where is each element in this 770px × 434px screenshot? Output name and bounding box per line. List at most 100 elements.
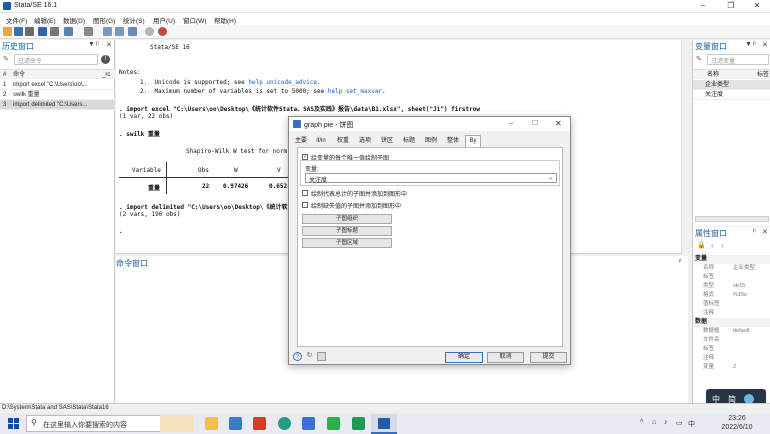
ok-button[interactable]: 确定	[445, 352, 483, 363]
prop-row: 文件名	[693, 336, 770, 345]
prop-row: 名称 企业类型	[693, 264, 770, 273]
variables-col-label[interactable]: 标签	[757, 70, 769, 78]
tab-if-in[interactable]: if/in	[313, 136, 329, 146]
chevron-down-icon[interactable]: ⌄	[548, 174, 553, 181]
chevron-left-icon[interactable]: ‹	[711, 241, 714, 250]
print-icon[interactable]	[25, 27, 34, 36]
lock-icon[interactable]: 🔒	[697, 241, 706, 249]
stata-taskbar-button[interactable]	[371, 414, 397, 434]
history-filter-input[interactable]: 过滤命令	[14, 54, 98, 65]
app-icon[interactable]	[302, 417, 315, 430]
section-data-label[interactable]: 数据	[693, 318, 770, 327]
variables-title: 变量窗口	[695, 42, 727, 51]
pin-icon[interactable]: ᵖ	[96, 41, 99, 48]
history-row[interactable]: 2 swilk 重量	[0, 90, 115, 100]
history-row-cmd: import excel "C:\Users\oo\...	[13, 82, 88, 88]
variable-row-selected[interactable]: 企业类型	[693, 80, 770, 90]
copy-command-icon[interactable]	[317, 352, 326, 361]
results-scrollbar[interactable]	[681, 40, 688, 254]
submit-button[interactable]: 提交	[530, 352, 567, 363]
stata-icon	[378, 418, 390, 429]
table-rule	[119, 177, 289, 178]
open-icon[interactable]	[3, 27, 12, 36]
total-checkbox[interactable]	[302, 190, 308, 196]
maximize-button[interactable]: ❐	[720, 1, 742, 12]
section-variable-label[interactable]: 变量	[693, 255, 770, 264]
variable-row[interactable]: 关注度	[693, 90, 770, 100]
minimize-button[interactable]: –	[692, 1, 714, 12]
dialog-app-icon	[293, 120, 301, 128]
info-icon[interactable]: !	[101, 55, 110, 64]
log-icon[interactable]	[38, 27, 47, 36]
dialog-minimize-button[interactable]: –	[509, 119, 513, 128]
pin-icon[interactable]: ᵖ	[753, 41, 756, 48]
app-icon[interactable]	[352, 417, 365, 430]
volume-icon[interactable]: ♪	[664, 419, 668, 426]
edge-icon[interactable]	[327, 417, 340, 430]
reset-icon[interactable]: ↻	[305, 352, 314, 361]
subgraph-organization-button[interactable]: 子图组织	[302, 214, 392, 224]
history-header: 历史窗口 ▼ ᵖ ✕	[0, 40, 115, 51]
dialog-close-button[interactable]: ✕	[555, 119, 562, 128]
tr-v: 0.652	[269, 183, 288, 190]
variables-manager-icon[interactable]	[128, 27, 137, 36]
data-browser-icon[interactable]	[115, 27, 124, 36]
history-col-command[interactable]: 命令	[13, 70, 25, 78]
viewer-icon[interactable]	[50, 27, 59, 36]
more-icon[interactable]	[145, 27, 154, 36]
pin-icon[interactable]: ᵖ	[679, 259, 681, 265]
ime-tray-icon[interactable]: 中	[688, 419, 695, 429]
wrench-icon[interactable]: ✎	[3, 55, 13, 65]
network-icon[interactable]: ⌂	[652, 419, 656, 426]
windows-start-icon[interactable]	[8, 418, 19, 429]
tab-legend[interactable]: 图例	[423, 136, 439, 146]
graph-icon[interactable]	[64, 27, 73, 36]
tab-titles[interactable]: 标题	[401, 136, 417, 146]
filter-icon[interactable]: ▼	[745, 41, 752, 48]
wps-icon[interactable]	[253, 417, 266, 430]
tab-pie-slices[interactable]: 饼区	[379, 136, 395, 146]
app-icon[interactable]	[229, 417, 242, 430]
help-icon[interactable]: ?	[293, 352, 302, 361]
history-row-selected[interactable]: 3 import delimited "C:\Users...	[0, 100, 115, 110]
do-file-editor-icon[interactable]	[84, 27, 93, 36]
prop-key: 标签	[703, 274, 715, 280]
tab-options[interactable]: 选项	[357, 136, 373, 146]
tab-overall[interactable]: 整体	[445, 136, 461, 146]
save-icon[interactable]	[14, 27, 23, 36]
set-maxvar-link[interactable]: help set_maxvar	[328, 88, 382, 95]
results-banner: Stata/SE 16	[150, 44, 190, 51]
clock-time[interactable]: 23:26	[716, 415, 758, 422]
tray-chevron-icon[interactable]: ^	[640, 419, 643, 426]
subgraph-titles-button[interactable]: 子图标题	[302, 226, 392, 236]
tab-weights[interactable]: 权重	[335, 136, 351, 146]
chevron-right-icon[interactable]: ›	[721, 241, 724, 250]
subgraph-region-button[interactable]: 子图区域	[302, 238, 392, 248]
wrench-icon[interactable]: ✎	[696, 55, 702, 63]
cancel-button[interactable]: 取消	[487, 352, 524, 363]
tab-main[interactable]: 主要	[293, 136, 309, 146]
variable-select[interactable]: 关注度 ⌄	[305, 173, 557, 184]
missing-checkbox[interactable]	[302, 202, 308, 208]
variables-col-name[interactable]: 名称	[707, 70, 719, 78]
break-icon[interactable]	[158, 27, 167, 36]
unicode-advice-link[interactable]: help unicode_advice	[248, 79, 317, 86]
close-pane-icon[interactable]: ✕	[106, 41, 112, 49]
battery-icon[interactable]: ▭	[676, 419, 683, 427]
variables-hscrollbar[interactable]	[695, 216, 769, 222]
file-explorer-icon[interactable]	[205, 417, 218, 430]
filter-icon[interactable]: ▼	[88, 41, 95, 48]
browser-icon[interactable]	[278, 417, 291, 430]
variables-filter-input[interactable]: 过滤变量	[707, 54, 769, 65]
dialog-body: ✓ 绘变量的每个唯一值绘制子图 变量: 关注度 ⌄ 绘制代表总计的子图并添加到图…	[297, 147, 563, 347]
note-2-suffix: .	[382, 88, 386, 95]
close-pane-icon[interactable]: ✕	[762, 41, 768, 49]
history-row[interactable]: 1 import excel "C:\Users\oo\...	[0, 80, 115, 90]
pin-icon[interactable]: ᵖ	[753, 228, 756, 235]
clock-date[interactable]: 2022/6/10	[709, 424, 765, 431]
data-editor-icon[interactable]	[103, 27, 112, 36]
dialog-maximize-button[interactable]: ☐	[532, 119, 538, 127]
close-pane-icon[interactable]: ✕	[762, 228, 768, 236]
close-button[interactable]: ✕	[746, 1, 768, 12]
tab-by[interactable]: By	[465, 135, 481, 147]
